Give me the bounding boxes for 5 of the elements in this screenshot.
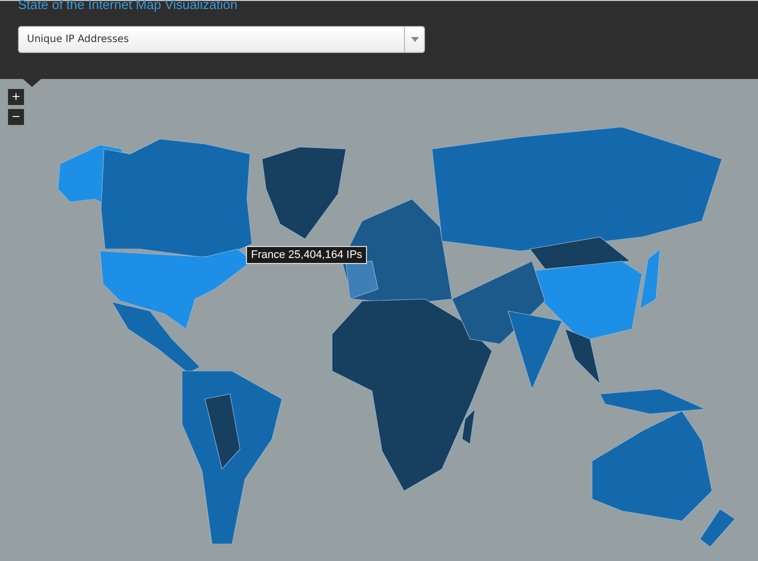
country-tooltip: France 25,404,164 IPs	[246, 246, 368, 264]
caret-icon	[410, 37, 418, 42]
metric-dropdown[interactable]: Unique IP Addresses	[18, 26, 425, 53]
zoom-out-button[interactable]: −	[8, 109, 24, 125]
zoom-in-button[interactable]: +	[8, 89, 24, 105]
